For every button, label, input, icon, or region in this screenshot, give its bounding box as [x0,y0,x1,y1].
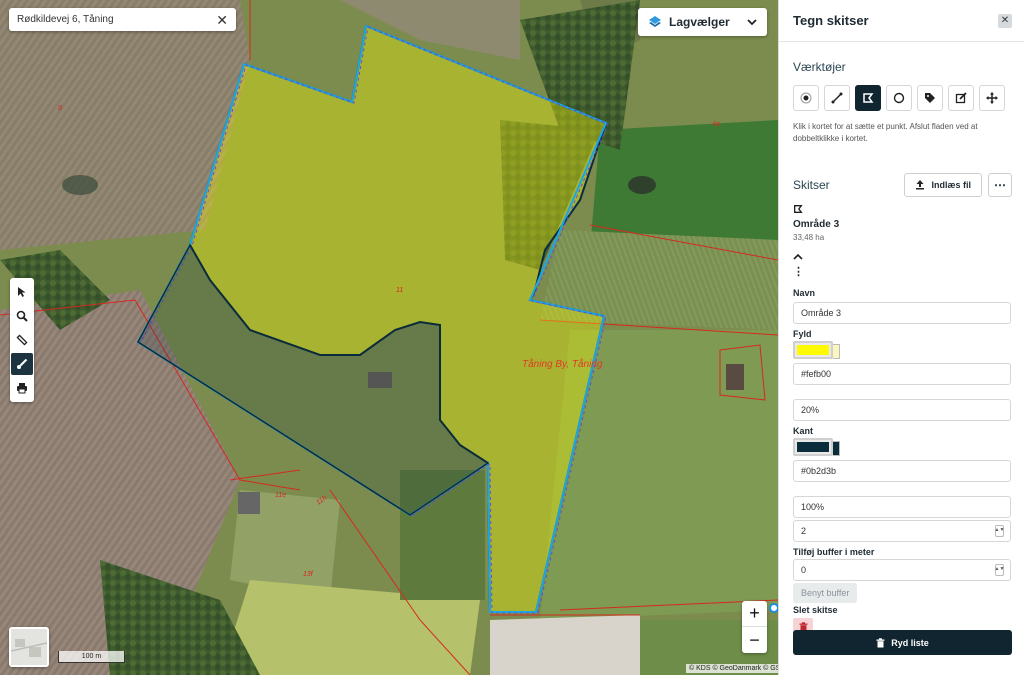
printer-icon [17,383,27,394]
buffer-input[interactable] [793,558,1011,581]
close-panel-button[interactable]: ✕ [998,13,1012,28]
basemap-thumbnail [11,629,47,665]
panel-header: Tegn skitser ✕ [779,0,1024,42]
stroke-hex-input[interactable] [793,459,1011,482]
name-label: Navn [793,287,816,298]
map-label-11e: 11e [275,492,286,499]
stroke-width-spinner[interactable]: ▲▼ [995,524,1004,537]
layers-icon [649,16,661,27]
draw-tool-button[interactable] [11,353,33,375]
aerial-map[interactable]: Tåning By, Tåning 11 11e 13f 8 4a 11h [0,0,778,675]
zoom-control: + − [742,601,767,653]
trash-icon [876,637,885,647]
collapse-button[interactable] [793,250,1010,262]
brush-icon [17,358,28,369]
map-canvas[interactable]: Tåning By, Tåning 11 11e 13f 8 4a 11h Rø… [0,0,778,675]
fill-hex-input[interactable] [793,362,1011,385]
search-input[interactable]: Rødkildevej 6, Tåning ✕ [9,8,236,31]
chevron-up-icon [793,253,803,260]
move-tool-button[interactable] [979,85,1005,111]
tool-hint: Klik i kortet for at sætte et punkt. Afs… [793,122,978,144]
stroke-width-input[interactable] [793,519,1011,542]
buffer-label: Tilføj buffer i meter [793,546,875,557]
move-icon [986,92,998,104]
circle-icon [893,92,905,104]
import-file-label: Indlæs fil [931,179,971,190]
upload-icon [916,179,925,190]
clear-list-button[interactable]: Ryd liste [793,630,1012,655]
sketch-item: Område 3 33,48 ha ⋮ Navn Fyld Kant [779,203,1024,636]
map-attribution: © KDS © GeoDanmark © GST [686,664,778,673]
zoom-tool-button[interactable] [11,305,33,327]
tag-icon [925,93,935,103]
polygon-tool-button[interactable] [855,85,881,111]
sketch-name: Område 3 [793,218,840,230]
stroke-width-stepper: ▲▼ [793,519,1011,542]
point-icon [800,92,812,104]
ruler-icon [16,334,28,346]
edit-tool-button[interactable] [948,85,974,111]
map-label-4a: 4a [712,121,720,128]
basemap-thumbnail-button[interactable] [9,627,49,667]
stroke-label: Kant [793,425,813,436]
sketch-panel: Tegn skitser ✕ Værktøjer Klik i kortet f… [778,0,1024,675]
zoom-out-button[interactable]: − [742,627,767,653]
layer-picker-button[interactable]: Lagvælger [638,8,767,36]
stroke-opacity-input[interactable] [793,495,1011,518]
stroke-color-picker[interactable] [793,437,1010,456]
label-tool-button[interactable] [917,85,943,111]
delete-sketch-label: Slet skitse [793,604,838,615]
stroke-swatch-tab [833,440,840,456]
map-toolbar [10,278,34,402]
fill-label: Fyld [793,328,812,339]
zoom-in-button[interactable]: + [742,601,767,627]
panel-title: Tegn skitser [793,13,869,28]
magnifier-icon [16,310,28,322]
fill-color-picker[interactable] [793,340,1010,359]
search-value[interactable]: Rødkildevej 6, Tåning [17,14,216,25]
name-input[interactable] [793,301,1011,324]
map-label-8: 8 [58,105,62,112]
circle-tool-button[interactable] [886,85,912,111]
polygon-icon [794,204,803,213]
buffer-stepper: ▲▼ [793,558,1011,581]
cursor-icon [18,287,26,297]
sketch-menu-button[interactable]: ⋮ [793,266,1010,280]
scale-bar: 100 m [58,651,125,663]
sketches-title: Skitser [793,177,830,192]
import-file-button[interactable]: Indlæs fil [904,172,982,197]
map-label-place: Tåning By, Tåning [522,358,603,370]
edit-icon [955,92,967,104]
select-tool-button[interactable] [11,281,33,303]
stroke-swatch[interactable] [793,437,833,456]
map-label-11: 11 [396,287,403,294]
fill-swatch-tab [833,343,840,359]
apply-buffer-button[interactable]: Benyt buffer [793,582,858,603]
measure-tool-button[interactable] [11,329,33,351]
app: Tåning By, Tåning 11 11e 13f 8 4a 11h Rø… [0,0,1024,675]
more-options-button[interactable]: ⋯ [988,172,1012,197]
clear-list-label: Ryd liste [891,637,929,648]
line-icon [831,92,843,104]
clear-search-icon[interactable]: ✕ [216,13,228,27]
print-tool-button[interactable] [11,377,33,399]
fill-opacity-input[interactable] [793,398,1011,421]
map-label-13f: 13f [303,571,314,578]
chevron-down-icon [747,19,757,26]
tools-title: Værktøjer [793,60,846,74]
sketch-area: 33,48 ha [793,232,825,242]
layer-picker-label: Lagvælger [669,15,730,29]
buffer-spinner[interactable]: ▲▼ [995,563,1004,576]
drawing-tools [779,85,1024,111]
sketches-header: Skitser Indlæs fil ⋯ [779,172,1024,197]
line-tool-button[interactable] [824,85,850,111]
polygon-icon [863,93,874,103]
fill-swatch[interactable] [793,340,833,359]
point-tool-button[interactable] [793,85,819,111]
